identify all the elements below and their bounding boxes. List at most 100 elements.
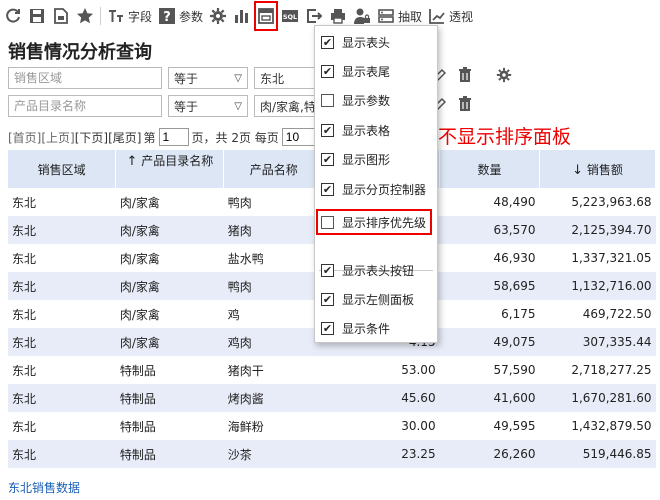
filter-row-1: 等于 ▽ [8,67,334,89]
column-header-region[interactable]: 销售区域 [8,150,117,188]
column-header-quantity[interactable]: 数量 [439,150,540,188]
table-cell: 东北 [8,440,116,468]
save-as-button[interactable] [52,4,70,28]
table-cell: 肉/家禽 [119,195,160,210]
menu-item-label: 显示表尾 [342,64,391,79]
extract-icon [378,9,394,23]
column-header-category[interactable]: ↑ 产品目录名称 [115,150,225,188]
prev-page-link[interactable]: [上页] [41,129,74,146]
menu-item-3[interactable]: 显示参数 [321,89,390,111]
export-icon [307,9,323,23]
menu-item-5[interactable]: 显示图形 [321,148,390,170]
table-cell: 57,590 [493,363,536,377]
filter-row-2: 等于 ▽ [8,95,334,117]
footer-link[interactable]: 东北销售数据 [8,479,80,496]
checkbox-checked-icon[interactable] [321,123,334,137]
first-page-link[interactable]: [首页] [8,129,41,146]
filter-operator-select-1[interactable]: 等于 ▽ [168,67,248,89]
annotation-text: 不显示排序面板 [438,126,572,148]
table-cell: 30.00 [401,419,436,433]
table-cell: 63,570 [439,216,540,244]
table-cell: 58,695 [439,272,540,300]
settings-button[interactable] [209,4,227,28]
menu-item-9[interactable]: 显示左侧面板 [321,288,414,310]
checkbox-unchecked-icon[interactable] [321,93,334,107]
page-number-input[interactable] [158,128,189,146]
display-options-button[interactable] [254,1,279,31]
save-icon [30,9,44,23]
column-header-label: 产品目录名称 [141,154,214,168]
table-cell: 23.25 [323,440,440,468]
menu-item-4[interactable]: 显示表格 [321,119,390,141]
table-cell: 1,432,879.50 [571,419,652,433]
menu-item-8[interactable]: 显示表头按钮 [321,259,414,281]
menu-item-10[interactable]: 显示条件 [321,317,390,339]
sql-icon: SQL [282,10,299,22]
table-cell: 2,125,394.70 [539,216,656,244]
menu-item-label: 显示左侧面板 [342,292,415,307]
menu-item-label: 显示表格 [342,123,391,138]
delete-icon[interactable] [458,96,472,115]
param-button[interactable]: ? 参数 [158,4,203,28]
table-cell: 东北 [8,328,116,356]
gear-icon[interactable] [496,67,512,86]
table-cell: 肉/家禽 [115,216,224,244]
printer-icon [331,9,346,24]
checkbox-checked-icon[interactable] [321,292,334,306]
table-cell: 烤肉酱 [223,384,324,412]
checkbox-checked-icon[interactable] [321,182,334,196]
table-cell: 东北 [8,216,116,244]
next-page-link[interactable]: [下页] [75,129,108,146]
table-cell: 26,260 [439,440,540,468]
field-button[interactable]: 字段 [107,4,152,28]
sql-button[interactable]: SQL [281,4,299,28]
table-cell: 肉/家禽 [115,328,224,356]
favorite-button[interactable] [76,4,94,28]
checkbox-checked-icon[interactable] [321,35,334,49]
save-button[interactable] [28,4,46,28]
delete-icon[interactable] [458,67,472,86]
table-cell: 肉/家禽 [119,307,160,322]
page-title: 销售情况分析查询 [8,42,152,63]
menu-item-2[interactable]: 显示表尾 [321,60,390,82]
checkbox-checked-icon[interactable] [321,64,334,78]
filter-field-input-2[interactable] [8,95,162,117]
chart-button[interactable] [233,4,251,28]
filter-field-input-1[interactable] [8,67,162,89]
pager: [首页] [上页] [下页] [尾页] 第 页，共 2页 每页 [8,128,321,146]
table-cell: 特制品 [115,440,224,468]
last-page-link[interactable]: [尾页] [108,129,141,146]
pivot-label: 透视 [449,9,474,24]
column-header-sales[interactable]: ↓ 销售额 [539,150,656,188]
menu-item-label: 显示条件 [342,321,391,336]
filter-operator-select-2[interactable]: 等于 ▽ [168,95,248,117]
chevron-down-icon: ▽ [234,100,242,112]
sort-desc-icon: ↓ [572,162,584,178]
table-cell: 鸡 [227,307,240,322]
menu-item-6[interactable]: 显示分页控制器 [321,178,426,200]
checkbox-checked-icon[interactable] [321,152,334,166]
refresh-icon [6,8,20,23]
menu-item-1[interactable]: 显示表头 [321,31,390,53]
filter-operator-value-1: 等于 [174,71,199,86]
checkbox-checked-icon[interactable] [321,263,334,277]
menu-item-7[interactable]: 显示排序优先级 [315,209,433,235]
page-size-input[interactable] [281,128,318,146]
table-cell: 东北 [8,272,116,300]
table-row: 东北 特制品 烤肉酱 45.60 41,600 1,670,281.60 [8,384,656,412]
question-icon: ? [159,8,176,25]
user-lock-icon [354,8,371,24]
table-cell: 特制品 [115,384,224,412]
refresh-button[interactable] [4,4,22,28]
checkbox-unchecked-icon[interactable] [321,215,334,229]
table-cell: 东北 [12,363,37,378]
table-cell: 48,490 [493,195,536,209]
checkbox-checked-icon[interactable] [321,321,334,335]
table-cell: 45.60 [323,384,440,412]
menu-item-label: 显示参数 [342,93,391,108]
table-cell: 肉/家禽 [115,272,224,300]
column-header-product[interactable]: 产品名称 [223,150,325,188]
table-cell: 46,930 [493,251,536,265]
chevron-down-icon: ▽ [234,72,242,84]
table-cell: 特制品 [119,363,156,378]
